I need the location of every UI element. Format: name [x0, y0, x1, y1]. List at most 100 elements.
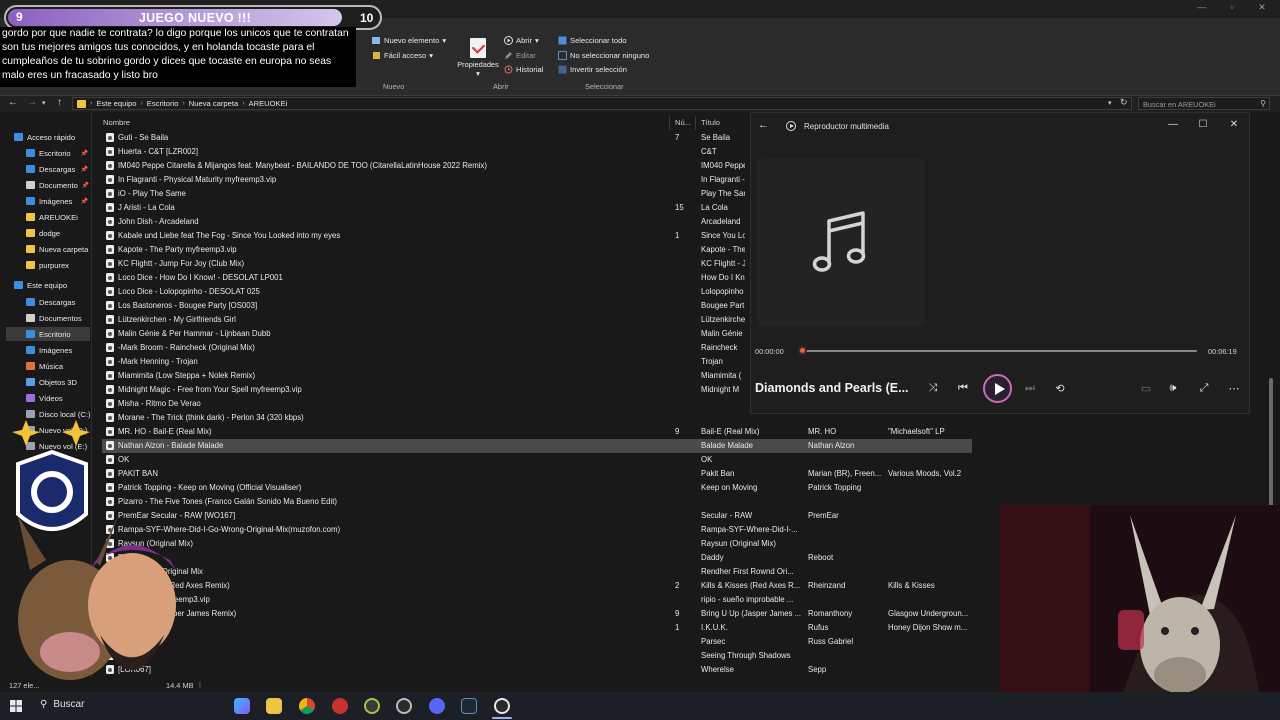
breadcrumb-este-equipo[interactable]: Este equipo	[96, 99, 136, 108]
steam-icon[interactable]	[461, 698, 477, 714]
sidebar-item[interactable]: Descargas 📌	[6, 162, 90, 176]
back-icon[interactable]: ←	[8, 97, 18, 108]
refresh-icon[interactable]: ↻	[1120, 97, 1128, 108]
sidebar-item[interactable]: Objetos 3D	[6, 375, 90, 389]
invert-selection-icon	[558, 65, 567, 74]
invert-selection-button[interactable]: Invertir selección	[558, 65, 627, 74]
breadcrumb-areuokei[interactable]: AREUOKEi	[249, 99, 288, 108]
properties-button[interactable]: Propiedades ▾	[456, 38, 500, 84]
track-title: Trojan	[701, 357, 723, 366]
sidebar-item[interactable]: Disco local (C:)	[6, 407, 90, 421]
next-icon[interactable]: ⏭	[1022, 382, 1038, 395]
track-title: Since You Lo	[701, 231, 745, 240]
images-icon	[26, 197, 35, 205]
track-album: Honey Dijon Show m...	[888, 623, 968, 632]
file-explorer-icon[interactable]	[266, 698, 282, 714]
cube-icon	[26, 378, 35, 386]
copilot-icon[interactable]	[234, 698, 250, 714]
sidebar-item[interactable]: Descargas	[6, 295, 90, 309]
track-number: 9	[675, 609, 680, 618]
breadcrumb-escritorio[interactable]: Escritorio	[147, 99, 179, 108]
discord-icon[interactable]	[429, 698, 445, 714]
close-icon[interactable]: ✕	[1227, 119, 1241, 130]
track-title: Keep on Moving	[701, 483, 758, 492]
taskbar-search[interactable]: ⚲ Buscar	[40, 699, 84, 710]
windows-start-icon[interactable]	[10, 700, 22, 712]
track-artist: Russ Gabriel	[808, 637, 854, 646]
address-dropdown-icon[interactable]: ▾	[1108, 99, 1112, 107]
previous-icon[interactable]: ⏮	[955, 382, 971, 395]
media-player-icon	[786, 121, 796, 131]
history-button[interactable]: Historial	[504, 65, 543, 74]
sidebar-item[interactable]: Imágenes	[6, 343, 90, 357]
back-arrow-icon[interactable]: ←	[758, 119, 769, 131]
file-name: John Dish - Arcadeland	[118, 217, 199, 226]
track-title: I.K.U.K.	[701, 623, 728, 632]
sidebar-item-label: purpurex	[39, 260, 69, 270]
sidebar-item[interactable]: Música	[6, 359, 90, 373]
play-button[interactable]	[983, 374, 1012, 403]
repeat-off-icon[interactable]: ⟲	[1052, 382, 1068, 395]
easy-access-button[interactable]: Fácil acceso ▾	[372, 51, 433, 60]
sidebar-item[interactable]: purpurex	[6, 258, 90, 272]
track-title: Lolopopinho	[701, 287, 744, 296]
edit-button[interactable]: Editar	[504, 51, 536, 60]
volume-icon[interactable]: 🕪	[1165, 382, 1181, 395]
seek-bar[interactable]	[801, 350, 1197, 352]
column-header-number[interactable]: Nú...	[675, 118, 691, 127]
track-title: Pakit Ban	[701, 469, 735, 478]
sidebar-item[interactable]: Imágenes 📌	[6, 194, 90, 208]
app-icon[interactable]	[332, 698, 348, 714]
pin-icon: 📌	[81, 182, 90, 189]
track-number: 7	[675, 133, 680, 142]
sidebar-item[interactable]: Este equipo	[6, 278, 90, 292]
sidebar-item[interactable]: Acceso rápido	[6, 130, 90, 144]
search-icon: ⚲	[1260, 99, 1266, 108]
seek-knob[interactable]	[798, 346, 807, 355]
miniplayer-icon[interactable]: ▭	[1138, 382, 1154, 395]
close-icon[interactable]: ✕	[1252, 2, 1272, 14]
audio-file-icon	[106, 161, 114, 170]
track-artist: Reboot	[808, 553, 834, 562]
pin-icon: 📌	[80, 198, 88, 205]
search-box[interactable]: Buscar en AREUOKEi ⚲	[1138, 97, 1270, 110]
column-header-name[interactable]: Nombre	[103, 118, 130, 127]
select-none-button[interactable]: No seleccionar ninguno	[558, 51, 649, 60]
track-title: Seeing Through Shadows	[701, 651, 791, 660]
open-button[interactable]: Abrir ▾	[504, 36, 539, 45]
chrome-icon[interactable]	[299, 698, 315, 714]
sidebar-item-label: Disco local (C:)	[39, 409, 91, 419]
minimize-icon[interactable]: —	[1166, 119, 1180, 130]
sidebar-item[interactable]: Vídeos	[6, 391, 90, 405]
new-item-button[interactable]: Nuevo elemento ▾	[372, 36, 446, 45]
chevron-down-icon: ▾	[429, 51, 434, 60]
more-options-icon[interactable]: ⋯	[1226, 382, 1242, 395]
column-header-title[interactable]: Título	[701, 118, 720, 127]
sidebar-item[interactable]: Documento 📌	[6, 178, 90, 192]
fullscreen-icon[interactable]: ⤢	[1196, 382, 1212, 395]
sidebar-item[interactable]: Escritorio	[6, 327, 90, 341]
restore-icon[interactable]: ▫	[1222, 2, 1242, 14]
sidebar-item[interactable]: Nueva carpeta	[6, 242, 90, 256]
recent-dropdown-icon[interactable]: ▾	[42, 99, 46, 107]
forward-icon[interactable]: →	[27, 97, 37, 108]
track-title: Raincheck	[701, 343, 738, 352]
up-icon[interactable]: ↑	[57, 97, 62, 108]
select-all-button[interactable]: Seleccionar todo	[558, 36, 627, 45]
sidebar-item[interactable]: AREUOKEi	[6, 210, 90, 224]
sidebar-item[interactable]: Escritorio 📌	[6, 146, 90, 160]
sidebar-item[interactable]: dodge	[6, 226, 90, 240]
file-name-cell: Huerta - C&T [LZR002]	[106, 147, 198, 156]
app-icon[interactable]	[364, 698, 380, 714]
maximize-icon[interactable]: ☐	[1196, 119, 1210, 130]
minimize-icon[interactable]: —	[1192, 2, 1212, 14]
shuffle-icon[interactable]: ⤨	[925, 382, 941, 395]
track-artist: Nathan Alzon	[808, 441, 855, 450]
address-bar[interactable]: › Este equipo › Escritorio › Nueva carpe…	[72, 97, 1132, 110]
sidebar-item[interactable]: Documentos	[6, 311, 90, 325]
audio-file-icon	[106, 259, 114, 268]
app-icon[interactable]	[396, 698, 412, 714]
breadcrumb-nueva-carpeta[interactable]: Nueva carpeta	[189, 99, 238, 108]
media-player-taskbar-icon[interactable]	[494, 698, 510, 714]
total-time: 00:06:19	[1208, 347, 1237, 356]
